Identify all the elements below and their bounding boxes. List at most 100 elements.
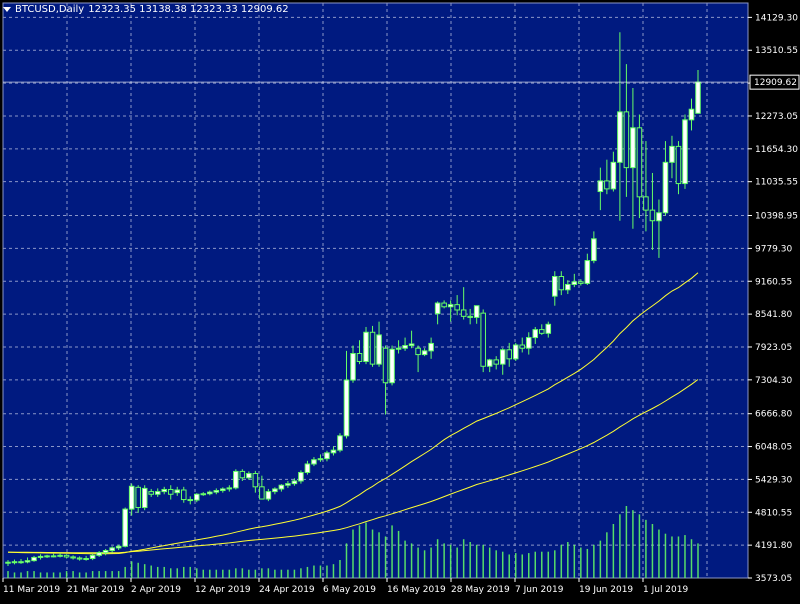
dropdown-triangle-icon[interactable]: [3, 7, 11, 12]
candle-body: [454, 304, 460, 311]
price-tick-label: 11654.30: [755, 145, 798, 155]
price-tick-label: 7923.05: [755, 343, 792, 353]
price-tick-label: 10398.95: [755, 211, 798, 221]
price-tick-label: 9779.30: [755, 244, 792, 254]
price-tick-label: 5429.30: [755, 475, 792, 485]
candle-body: [467, 315, 473, 318]
candle-body: [389, 348, 395, 384]
candle-body: [441, 302, 447, 308]
candle-body: [24, 560, 31, 563]
candle-body: [317, 458, 324, 461]
candle-body: [343, 379, 350, 437]
candle-body: [428, 342, 434, 352]
candle-body: [363, 331, 369, 362]
candle-body: [213, 490, 220, 493]
candle-body: [63, 554, 70, 558]
candle-body: [682, 119, 688, 185]
plot-area[interactable]: [2, 2, 749, 579]
candle-body: [636, 127, 643, 198]
candle-body: [402, 345, 408, 349]
candle-body: [688, 108, 695, 121]
time-tick-label: 6 May 2019: [323, 585, 376, 595]
time-tick-label: 16 May 2019: [387, 585, 446, 595]
candle-body: [167, 488, 174, 495]
candle-body: [330, 449, 337, 454]
candle-body: [525, 337, 532, 349]
candle-body: [656, 212, 662, 222]
candle-body: [96, 552, 102, 556]
candle-body: [265, 491, 272, 500]
candle-body: [519, 344, 526, 349]
candle-body: [565, 283, 571, 291]
candle-body: [415, 347, 421, 356]
time-axis[interactable]: 11 Mar 2019 21 Mar 2019 2 Apr 2019 12 Apr 2…: [2, 578, 688, 595]
candle-body: [610, 161, 617, 190]
candle-body: [643, 196, 649, 211]
time-tick-label: 12 Apr 2019: [195, 585, 251, 595]
candle-body: [434, 302, 441, 315]
candle-body: [376, 334, 382, 365]
candle-body: [246, 473, 252, 479]
candle-body: [57, 554, 63, 557]
time-tick-label: 2 Apr 2019: [131, 585, 181, 595]
candle-body: [83, 558, 89, 561]
candle-body: [187, 499, 194, 502]
candle-body: [337, 435, 343, 451]
candle-body: [395, 347, 402, 350]
candle-body: [298, 471, 304, 482]
candle-body: [623, 111, 630, 169]
candle-body: [304, 463, 311, 473]
candle-body: [128, 485, 135, 510]
candle-body: [239, 470, 246, 479]
candle-body: [675, 145, 682, 185]
candle-body: [11, 561, 18, 564]
candle-body: [154, 491, 161, 495]
time-tick-label: 28 May 2019: [451, 585, 510, 595]
candle-body: [512, 344, 519, 360]
candle-body: [584, 260, 591, 284]
candle-body: [604, 180, 610, 190]
chart-window[interactable]: BTCUSD,Daily 12323.35 13138.38 12323.33 …: [0, 0, 800, 600]
time-tick-label: 24 Apr 2019: [259, 585, 315, 595]
candle-body: [538, 329, 545, 334]
ohlc-values: 12323.35 13138.38 12323.33 12909.62: [88, 4, 289, 15]
candle-body: [122, 508, 128, 547]
price-tick-label: 9160.55: [755, 277, 792, 287]
price-tick-label: 4810.55: [755, 508, 792, 518]
candle-body: [141, 487, 148, 509]
candle-body: [252, 473, 259, 488]
candle-body: [109, 547, 115, 552]
price-tick-label: 7304.30: [755, 376, 792, 386]
candle-body: [324, 452, 330, 460]
candle-body: [591, 238, 597, 262]
candle-body: [662, 161, 669, 214]
candle-body: [233, 470, 239, 489]
candle-body: [50, 555, 57, 558]
candle-body: [220, 488, 226, 492]
candle-body: [5, 561, 11, 564]
candle-body: [278, 484, 285, 490]
candle-body: [578, 281, 584, 284]
price-chart[interactable]: 14129.3013510.5512891.8012273.0511654.30…: [0, 0, 800, 600]
candle-body: [207, 491, 213, 495]
price-tick-label: 6666.80: [755, 410, 792, 420]
candle-body: [311, 459, 317, 465]
candle-body: [89, 554, 96, 560]
candle-body: [272, 488, 278, 493]
candle-body: [259, 486, 265, 500]
candle-body: [102, 550, 109, 554]
candle-body: [148, 491, 154, 495]
current-price-label: 12909.62: [754, 78, 797, 88]
price-axis[interactable]: 14129.3013510.5512891.8012273.0511654.30…: [748, 13, 798, 584]
candle-body: [545, 323, 552, 334]
candle-body: [382, 347, 389, 384]
candle-body: [285, 483, 291, 486]
candle-body: [486, 359, 493, 367]
price-tick-label: 8541.80: [755, 310, 792, 320]
candle-body: [193, 493, 200, 501]
price-tick-label: 11035.55: [755, 178, 798, 188]
candle-body: [506, 349, 513, 360]
candle-body: [447, 304, 454, 308]
candle-body: [115, 545, 122, 549]
candle-body: [480, 312, 486, 367]
